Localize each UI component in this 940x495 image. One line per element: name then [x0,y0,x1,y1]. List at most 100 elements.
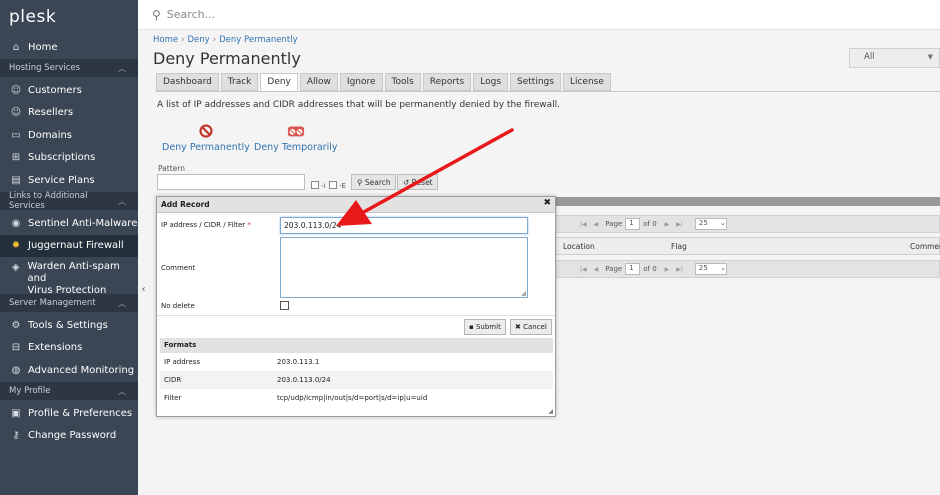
sliders-icon: ⚙ [11,319,21,331]
users-icon: ☺ [10,107,22,119]
deny-clock-icon [287,123,305,139]
sidebar-item-change-password[interactable]: ⚷ Change Password [0,425,138,447]
save-icon: ▪ [469,323,476,331]
pattern-input[interactable] [157,174,305,190]
section-links[interactable]: Links to Additional Services ︿ [0,191,138,212]
submit-button[interactable]: ▪ Submit [464,319,506,335]
reset-icon: ↺ [403,178,412,187]
tab-settings[interactable]: Settings [510,73,561,91]
warden-line2: Virus Protection [27,285,107,297]
breadcrumb-deny-permanently[interactable]: Deny Permanently [219,35,298,45]
tab-dashboard[interactable]: Dashboard [156,73,219,91]
prev-page-icon[interactable]: ◀ [594,266,599,273]
cancel-button[interactable]: ✖ Cancel [510,319,552,335]
comment-textarea[interactable]: ◢ [280,237,528,298]
tab-deny[interactable]: Deny [260,73,298,91]
dialog-header: Add Record ✖ [157,197,555,213]
deny-icon [197,123,215,139]
tab-track[interactable]: Track [220,73,259,91]
no-delete-checkbox[interactable] [280,301,289,310]
tab-license[interactable]: License [562,73,611,91]
sidebar-item-label: Warden Anti-spam and Virus Protection [28,261,138,297]
resize-grip-icon[interactable]: ◢ [521,290,526,297]
section-hosting-services[interactable]: Hosting Services ︿ [0,59,138,78]
search-button[interactable]: ⚲ Search [351,174,396,190]
flag-e-checkbox[interactable] [329,181,337,189]
section-my-profile[interactable]: My Profile ︿ [0,382,138,401]
sidebar-collapse-button[interactable]: ‹ [138,278,149,300]
flag-i-checkbox[interactable] [311,181,319,189]
page-input[interactable]: 1 [625,263,641,275]
format-type: Filter [164,394,182,402]
page-label: Page [605,265,623,273]
sidebar-item-extensions[interactable]: ⊟ Extensions [0,337,138,359]
column-flag[interactable]: Flag [671,242,687,251]
column-comment[interactable]: Commen [910,242,940,251]
action-label: Deny Permanently [162,142,250,153]
format-row: IP address 203.0.113.1 [160,353,553,371]
tab-bar: Dashboard Track Deny Allow Ignore Tools … [156,73,611,91]
first-page-icon[interactable]: |◀ [580,221,587,228]
breadcrumb-home[interactable]: Home [153,35,178,45]
pattern-label: Pattern [158,164,185,173]
reset-button[interactable]: ↺ Reset [397,174,438,190]
sidebar-item-label: Resellers [28,107,74,119]
sidebar-item-home[interactable]: ⌂ Home [0,36,138,58]
sidebar-item-customers[interactable]: ☺ Customers [0,79,138,101]
breadcrumb-deny[interactable]: Deny [188,35,210,45]
page-of-label: of 0 [643,265,657,273]
sidebar-item-tools-settings[interactable]: ⚙ Tools & Settings [0,314,138,336]
warden-icon: ◈ [11,262,20,274]
tab-tools[interactable]: Tools [384,73,421,91]
sidebar-item-resellers[interactable]: ☺ Resellers [0,102,138,124]
per-page-select[interactable]: 25 ⌄ [694,218,727,230]
sidebar-item-advanced-monitoring[interactable]: ◍ Advanced Monitoring [0,359,138,381]
sidebar-item-label: Domains [28,129,73,141]
tab-ignore[interactable]: Ignore [339,73,383,91]
sidebar-item-warden[interactable]: ◈ Warden Anti-spam and Virus Protection [0,257,138,296]
section-label: Links to Additional Services [9,191,88,212]
sidebar-item-juggernaut[interactable]: ✹ Juggernaut Firewall [0,234,138,258]
page-of-label: of 0 [643,220,657,228]
page-description: A list of IP addresses and CIDR addresse… [157,100,560,110]
column-location[interactable]: Location [563,242,595,251]
tab-logs[interactable]: Logs [473,73,509,91]
sidebar-item-profile-preferences[interactable]: ▣ Profile & Preferences [0,402,138,424]
per-page-select[interactable]: 25 ⌄ [694,263,727,275]
section-label: My Profile [9,386,51,397]
action-label: Deny Temporarily [254,142,338,153]
sidebar-item-service-plans[interactable]: ▤ Service Plans [0,169,138,191]
close-icon[interactable]: ✖ [543,198,551,208]
ip-address-input[interactable]: 203.0.113.0/24 [280,217,528,234]
format-row: CIDR 203.0.113.0/24 [160,371,553,389]
last-page-icon[interactable]: ▶| [676,266,683,273]
deny-temporarily-action[interactable]: Deny Temporarily [254,123,338,153]
sidebar: plesk ⌂ Home Hosting Services ︿ ☺ Custom… [0,0,138,495]
page-input[interactable]: 1 [625,218,641,230]
tab-reports[interactable]: Reports [422,73,472,91]
monitor-icon: ▭ [11,129,21,141]
next-page-icon[interactable]: ▶ [665,266,670,273]
next-page-icon[interactable]: ▶ [665,221,670,228]
last-page-icon[interactable]: ▶| [676,221,683,228]
search-input[interactable]: Search... [167,8,215,21]
grid-header: Location Flag Commen [554,237,940,255]
tab-allow[interactable]: Allow [299,73,338,91]
resize-grip-icon[interactable]: ◢ [548,408,553,415]
deny-permanently-action[interactable]: Deny Permanently [162,123,250,153]
plesk-logo[interactable]: plesk [0,0,138,36]
prev-page-icon[interactable]: ◀ [594,221,599,228]
sidebar-item-domains[interactable]: ▭ Domains [0,124,138,146]
sidebar-item-sentinel[interactable]: ◉ Sentinel Anti-Malware [0,212,138,234]
ip-label-text: IP address / CIDR / Filter [161,221,246,229]
juggernaut-icon: ✹ [11,240,21,252]
sidebar-item-subscriptions[interactable]: ⊞ Subscriptions [0,147,138,169]
first-page-icon[interactable]: |◀ [580,266,587,273]
no-delete-label: No delete [161,302,195,310]
chevron-up-icon: ︿ [118,298,126,308]
comment-label: Comment [161,264,196,272]
sidebar-item-label: Advanced Monitoring [28,364,135,376]
subscription-filter-select[interactable]: All ▼ [849,48,940,68]
extensions-icon: ⊟ [11,342,21,354]
chevron-up-icon: ︿ [118,63,126,73]
